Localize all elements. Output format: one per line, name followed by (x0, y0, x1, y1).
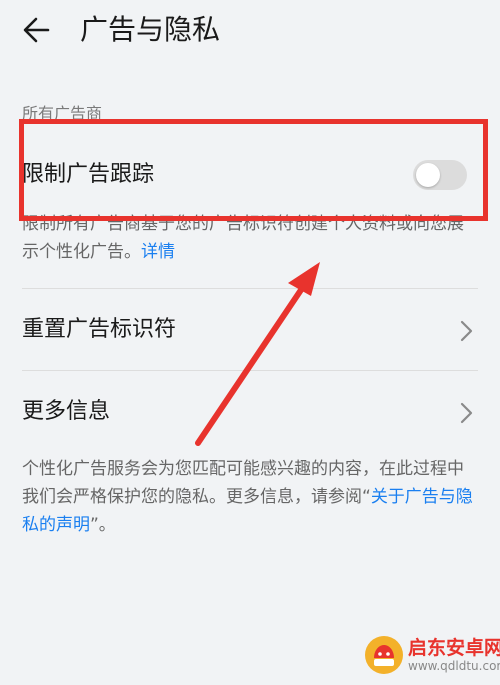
page-title: 广告与隐私 (80, 13, 221, 46)
more-info-label: 更多信息 (22, 399, 111, 424)
reset-ad-id-label: 重置广告标识符 (22, 317, 177, 342)
description-text: 限制所有广告商基于您的广告标识符创建个人资料或向您展示个性化广告。 (22, 214, 464, 262)
watermark-name: 启东安卓网 (408, 637, 500, 659)
chevron-right-icon (460, 320, 473, 342)
limit-tracking-toggle[interactable] (413, 160, 467, 190)
watermark-logo-icon (365, 636, 403, 674)
arrow-left-icon (23, 17, 50, 43)
section-label: 所有广告商 (22, 104, 103, 123)
limit-tracking-description: 限制所有广告商基于您的广告标识符创建个人资料或向您展示个性化广告。详情 (22, 210, 478, 266)
details-link[interactable]: 详情 (141, 242, 175, 262)
toggle-knob (416, 163, 440, 187)
divider (22, 370, 478, 371)
back-button[interactable] (18, 10, 58, 50)
reset-ad-id-row[interactable]: 重置广告标识符 (0, 300, 500, 362)
divider (22, 288, 478, 289)
footer-text-end: ”。 (90, 515, 116, 535)
footer-description: 个性化广告服务会为您匹配可能感兴趣的内容，在此过程中我们会严格保护您的隐私。更多… (22, 455, 478, 539)
more-info-row[interactable]: 更多信息 (0, 382, 500, 444)
header-bar: 广告与隐私 (0, 0, 500, 62)
watermark-url: www.qdldtu.com (408, 659, 500, 673)
chevron-right-icon (460, 402, 473, 424)
watermark: 启东安卓网 www.qdldtu.com (362, 629, 500, 681)
limit-tracking-label: 限制广告跟踪 (22, 162, 155, 187)
